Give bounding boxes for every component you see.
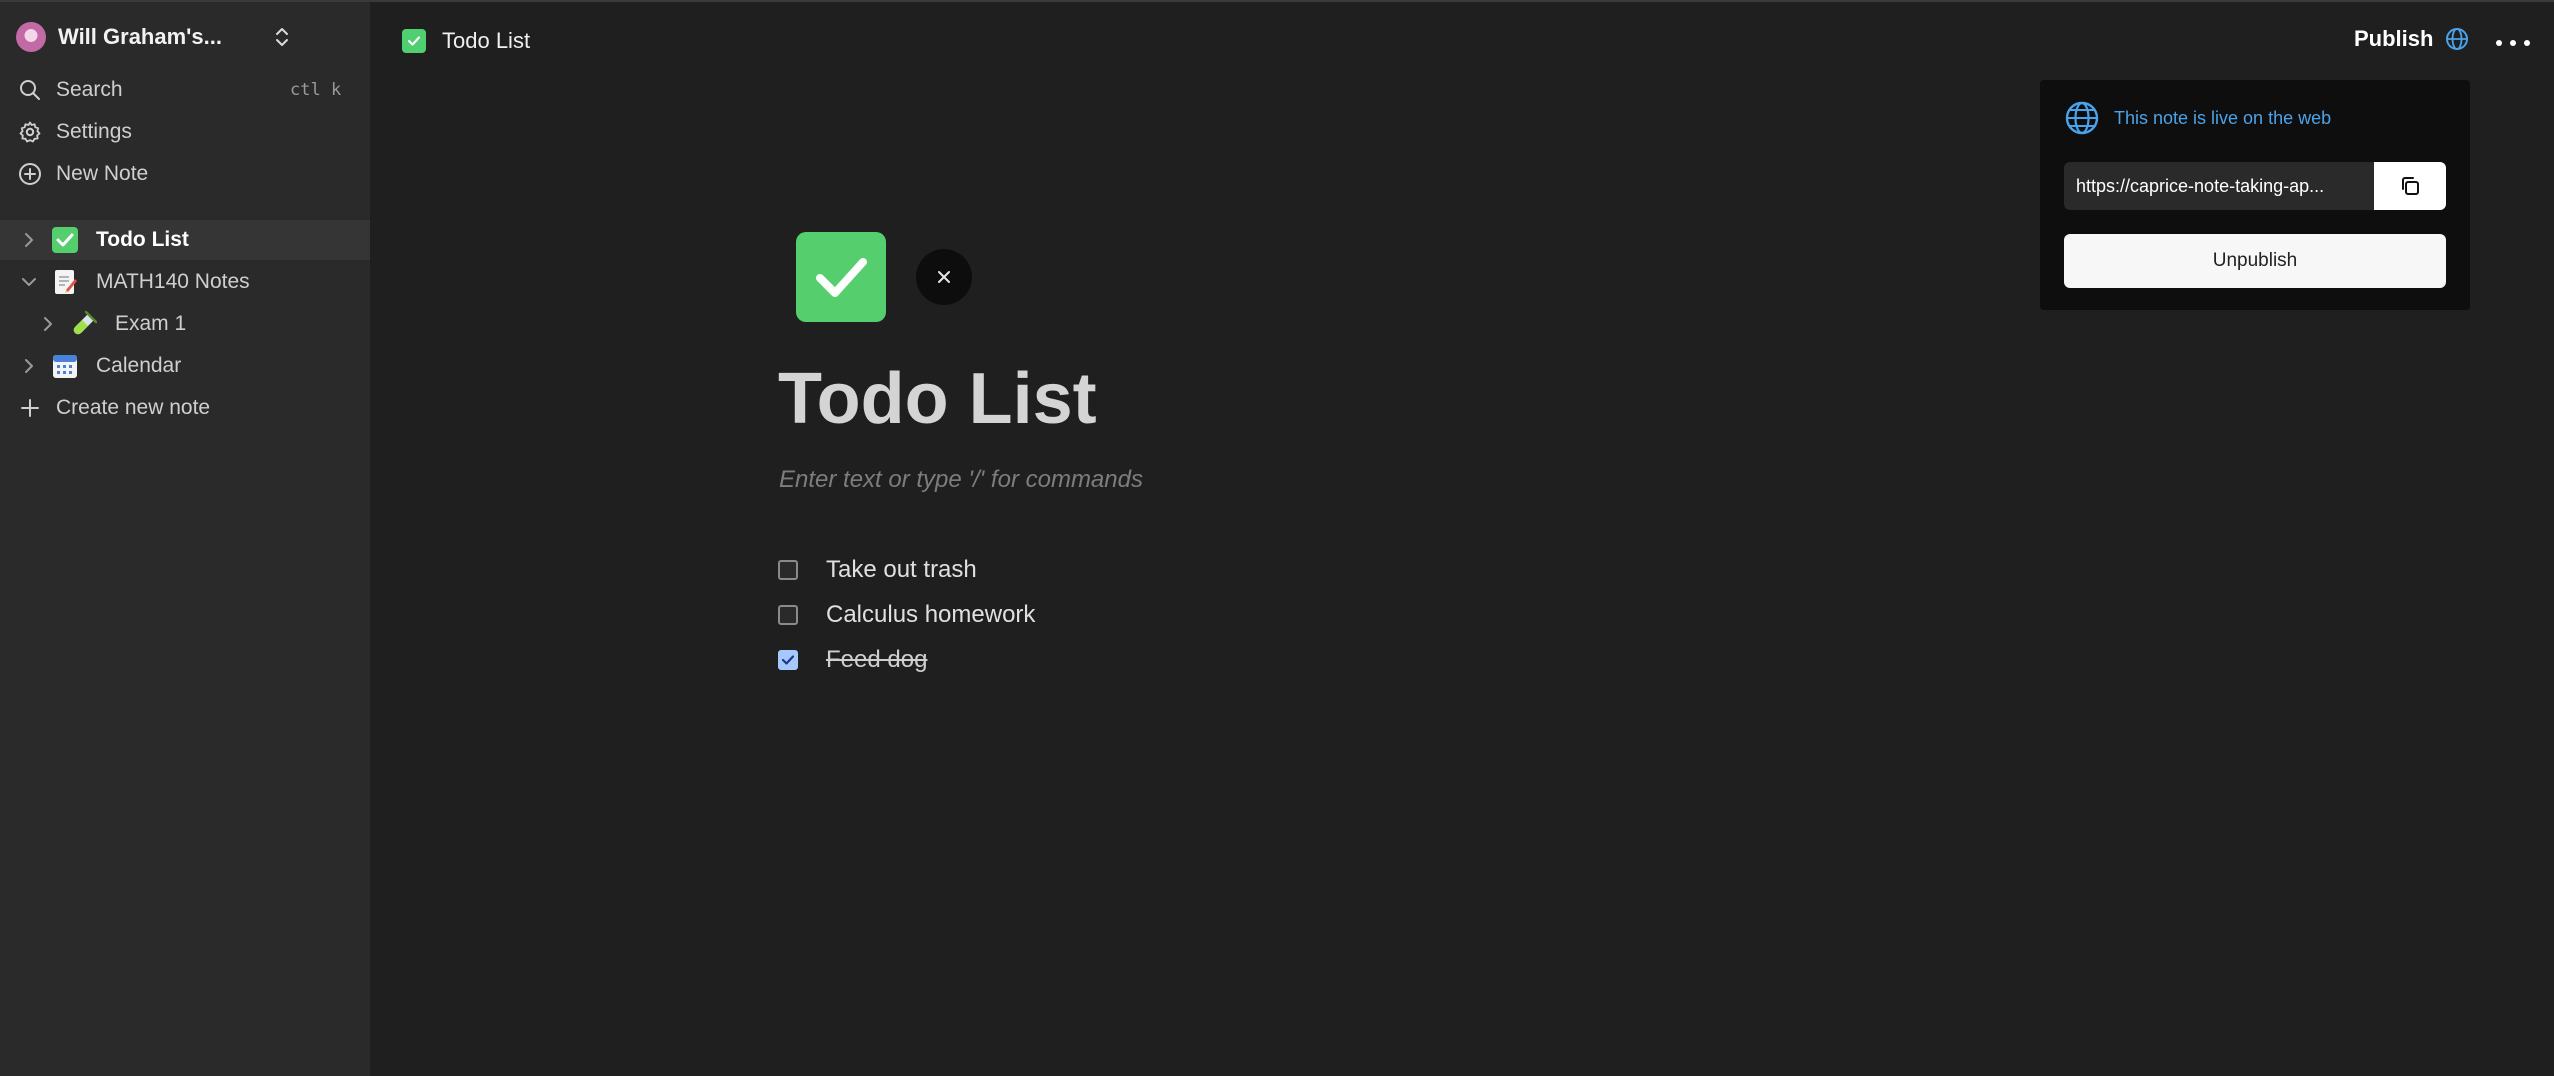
plus-circle-icon <box>16 160 44 188</box>
test-tube-icon <box>71 311 97 337</box>
sidebar-item-math140-notes[interactable]: MATH140 Notes <box>0 262 370 302</box>
workspace-name: Will Graham's... <box>58 24 222 49</box>
close-icon <box>938 271 950 283</box>
page-title[interactable]: Todo List <box>778 358 1097 440</box>
sidebar: Will Graham's... Search ctl k Settings N… <box>0 2 370 1076</box>
app-window: Will Graham's... Search ctl k Settings N… <box>0 0 2554 1076</box>
globe-icon <box>2065 101 2099 135</box>
check-mark-icon <box>816 258 867 297</box>
editor-placeholder[interactable]: Enter text or type '/' for commands <box>779 466 1143 494</box>
gear-icon <box>16 118 44 146</box>
new-note-button[interactable]: New Note <box>16 157 148 191</box>
search-button[interactable]: Search <box>16 73 123 107</box>
publish-popover: This note is live on the web https://cap… <box>2040 80 2470 310</box>
chevron-up-down-icon <box>276 28 288 46</box>
copy-url-button[interactable] <box>2374 162 2446 210</box>
live-status: This note is live on the web <box>2064 100 2331 136</box>
globe-icon <box>2446 28 2469 50</box>
check-box-icon <box>402 29 426 53</box>
sidebar-item-todo-list[interactable]: Todo List <box>0 220 370 260</box>
calendar-icon <box>52 353 78 379</box>
chevron-right-icon[interactable] <box>39 315 57 333</box>
settings-button[interactable]: Settings <box>16 115 132 149</box>
search-shortcut: ctl k <box>290 80 342 100</box>
chevron-down-icon[interactable] <box>20 273 38 291</box>
publish-label: Publish <box>2354 26 2434 51</box>
create-new-note-button[interactable]: Create new note <box>16 391 210 425</box>
check-box-icon <box>52 227 78 253</box>
public-url-value: https://caprice-note-taking-ap... <box>2076 175 2325 196</box>
todo-item: Calculus homework <box>778 601 1035 629</box>
more-dot <box>2510 40 2516 46</box>
chevron-right-icon[interactable] <box>20 231 38 249</box>
todo-text[interactable]: Take out trash <box>826 556 977 584</box>
workspace-switcher[interactable]: Will Graham's... <box>16 20 288 54</box>
sidebar-item-label: Todo List <box>96 228 189 251</box>
todo-checkbox[interactable] <box>778 560 798 580</box>
unpublish-label: Unpublish <box>2212 250 2298 271</box>
live-status-text: This note is live on the web <box>2114 107 2332 128</box>
more-dot <box>2524 40 2530 46</box>
memo-icon <box>52 269 78 295</box>
todo-text[interactable]: Feed dog <box>826 646 927 674</box>
sidebar-item-exam-1[interactable]: Exam 1 <box>0 304 370 344</box>
new-note-label: New Note <box>56 162 149 185</box>
todo-item: Feed dog <box>778 646 927 674</box>
todo-checkbox[interactable] <box>778 650 798 670</box>
search-label: Search <box>56 78 123 101</box>
copy-icon <box>2402 177 2419 195</box>
check-mark-icon <box>781 655 795 665</box>
sidebar-item-label: MATH140 Notes <box>96 270 250 293</box>
breadcrumb-title: Todo List <box>442 28 531 53</box>
unpublish-button[interactable]: Unpublish <box>2064 234 2446 288</box>
remove-icon-button[interactable] <box>916 249 972 305</box>
chevron-right-icon[interactable] <box>20 357 38 375</box>
breadcrumb[interactable]: Todo List <box>402 28 530 54</box>
todo-item: Take out trash <box>778 556 977 584</box>
sidebar-item-label: Calendar <box>96 354 182 377</box>
plus-icon <box>16 394 44 422</box>
more-options-button[interactable] <box>2496 28 2530 58</box>
create-new-note-label: Create new note <box>56 396 211 419</box>
public-url-field[interactable]: https://caprice-note-taking-ap... <box>2064 162 2374 210</box>
note-icon[interactable] <box>796 232 886 322</box>
todo-checkbox[interactable] <box>778 605 798 625</box>
publish-button[interactable]: Publish <box>2354 26 2469 52</box>
sidebar-item-label: Exam 1 <box>115 312 187 335</box>
avatar <box>16 22 46 52</box>
more-dot <box>2496 40 2502 46</box>
sidebar-item-calendar[interactable]: Calendar <box>0 346 370 386</box>
search-icon <box>16 76 44 104</box>
settings-label: Settings <box>56 120 132 143</box>
todo-text[interactable]: Calculus homework <box>826 601 1035 629</box>
